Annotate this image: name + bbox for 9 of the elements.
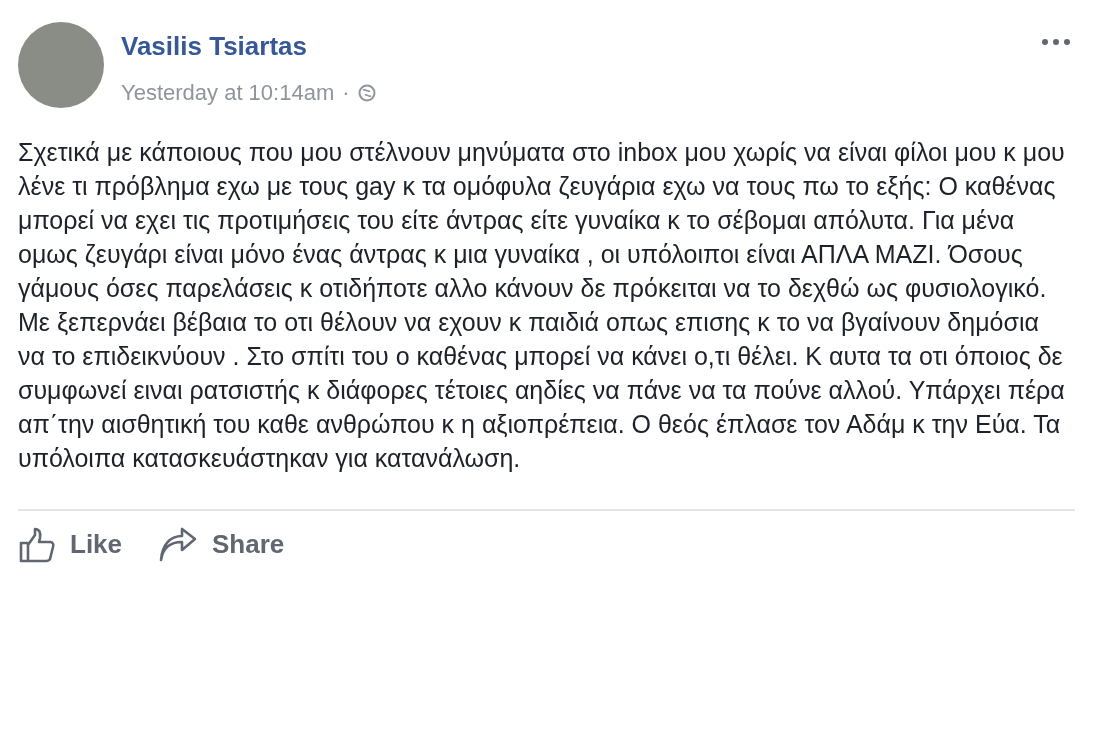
post-timestamp[interactable]: Yesterday at 10:14am: [121, 76, 335, 109]
thumbs-up-icon: [18, 525, 56, 564]
post-text: Σχετικά με κάποιους που μου στέλνουν μηνύματα στο inbox μου χωρίς να είναι φίλοι μου κ μου λένε τι πρόβλημα εχω με τους gay κ τα ομόφυλα ζευγάρια εχω να τους πω το εξής: Ο καθένας μπορεί να εχει τις προτιμήσεις του είτε άντρας είτε γυναίκα κ το σέβομαι απόλυτα. Για μένα ομως ζευγάρι είναι μόνο ένας άντρας κ μια γυναίκα , οι υπόλοιποι είναι ΑΠΛΑ ΜΑΖΙ. Όσους γάμους όσες παρελάσεις κ οτιδήποτε αλλο κάνουν δε πρόκειται να το δεχθώ ως φυσιολογικό. Με ξεπερνάει βέβαια το οτι θέλουν να εχουν κ παιδιά οπως επισης κ το να βγαίνουν δημόσια να το επιδεικνύουν . Στο σπίτι του ο καθένας μπορεί να κάνει ο,τι θέλει. Κ αυτα τα οτι όποιος δε συμφωνεί ειναι ρατσιστής κ διάφορες τέτοιες αηδίες να πάνε να τα πούνε αλλού. Υπάρχει πέρα απ΄την αισθητική του καθε ανθρώπου κ η αξιοπρέπεια. Ο θεός έπλασε τον Αδάμ κ την Εύα. Τα υπόλοιπα κατασκευάστηκαν για κατανάλωση.: [18, 137, 1066, 474]
more-options-icon[interactable]: [1041, 38, 1071, 46]
share-arrow-icon: [158, 526, 199, 563]
like-button[interactable]: Like: [18, 525, 123, 564]
share-button[interactable]: Share: [158, 525, 285, 564]
author-name[interactable]: Vasilis Tsiartas: [121, 30, 376, 62]
separator-dot: ·: [342, 79, 350, 107]
